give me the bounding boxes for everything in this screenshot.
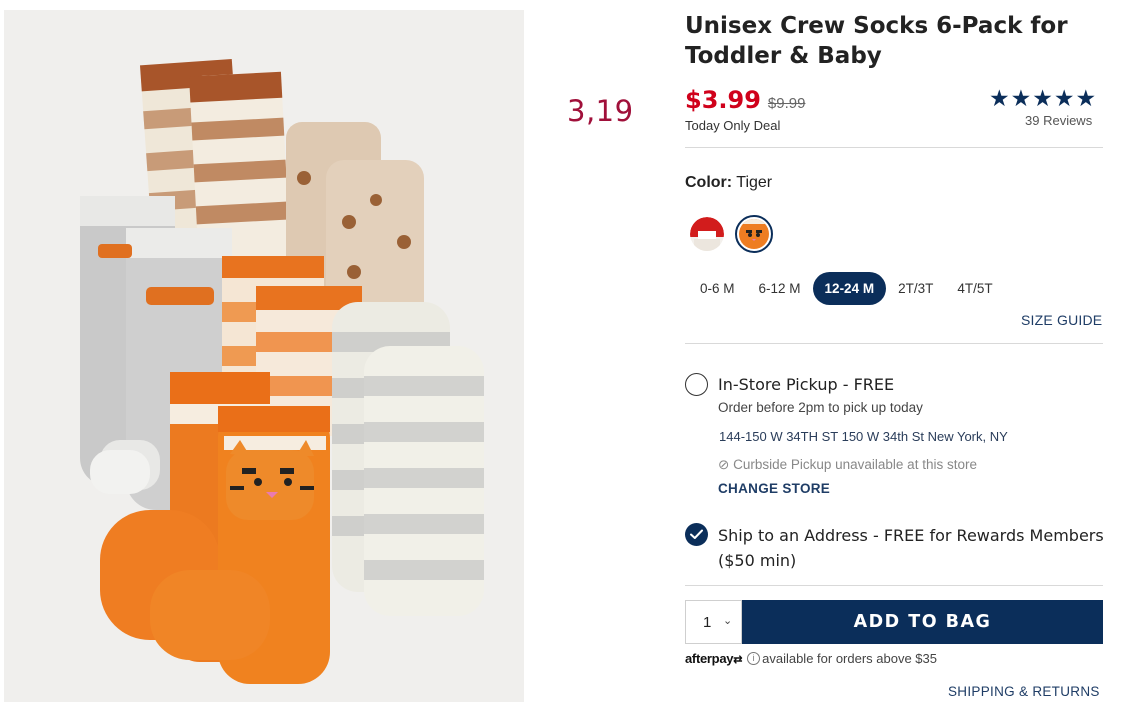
star-icon: ★ [989, 85, 1010, 111]
color-swatch-red[interactable] [690, 217, 724, 251]
size-guide-link[interactable]: SIZE GUIDE [1021, 312, 1102, 328]
curbside-notice: ⊘ Curbside Pickup unavailable at this st… [718, 457, 977, 473]
tiger-swatch-icon [739, 219, 769, 249]
checkmark-icon [690, 529, 703, 539]
rating-stars[interactable]: ★ ★ ★ ★ ★ [989, 85, 1097, 111]
size-option-6-12m[interactable]: 6-12 M [747, 272, 813, 305]
pickup-title: In-Store Pickup - FREE [718, 375, 895, 394]
size-option-0-6m[interactable]: 0-6 M [688, 272, 747, 305]
shipping-returns-link[interactable]: SHIPPING & RETURNS [948, 684, 1100, 699]
deal-label: Today Only Deal [685, 118, 781, 133]
star-icon: ★ [1032, 85, 1053, 111]
color-label-key: Color: [685, 174, 733, 191]
size-option-12-24m[interactable]: 12-24 M [812, 272, 887, 305]
star-icon: ★ [1010, 85, 1032, 111]
divider [685, 585, 1103, 586]
size-option-2t-3t[interactable]: 2T/3T [886, 272, 945, 305]
divider [685, 343, 1103, 344]
info-icon[interactable]: i [747, 652, 761, 665]
star-icon: ★ [1053, 85, 1075, 111]
unavailable-icon: ⊘ [718, 457, 730, 472]
quantity-select[interactable]: 1 ⌄ [685, 600, 742, 644]
pickup-subtitle: Order before 2pm to pick up today [718, 400, 923, 415]
chevron-down-icon: ⌄ [723, 615, 733, 627]
original-price: $9.99 [767, 95, 806, 112]
add-to-bag-button[interactable]: ADD TO BAG [742, 600, 1103, 644]
color-value: Tiger [736, 174, 773, 191]
sock-grey-stripe [332, 302, 484, 616]
price-row: $3.99 $9.99 [685, 86, 805, 114]
quantity-value: 1 [703, 614, 712, 631]
afterpay-logo-text: afterpay [685, 651, 734, 666]
ship-to-address-radio[interactable] [685, 523, 708, 546]
price-annotation: 3,19 [567, 94, 634, 128]
afterpay-text: available for orders above $35 [762, 651, 937, 666]
red-white-swatch-icon [690, 217, 724, 251]
afterpay-logo: afterpay⇄ [685, 651, 742, 666]
in-store-pickup-radio[interactable] [685, 373, 708, 396]
product-title: Unisex Crew Socks 6-Pack for Toddler & B… [685, 13, 1068, 69]
product-image[interactable] [4, 10, 524, 702]
afterpay-row: afterpay⇄ i available for orders above $… [685, 651, 937, 666]
color-swatch-tiger[interactable] [735, 215, 773, 253]
curbside-text: Curbside Pickup unavailable at this stor… [733, 457, 977, 472]
ship-to-address-label: Ship to an Address - FREE for Rewards Me… [718, 526, 1104, 570]
size-selector: 0-6 M 6-12 M 12-24 M 2T/3T 4T/5T [688, 272, 1005, 305]
change-store-link[interactable]: CHANGE STORE [718, 481, 830, 496]
star-icon: ★ [1075, 85, 1097, 111]
size-option-4t-5t[interactable]: 4T/5T [945, 272, 1004, 305]
sale-price: $3.99 [685, 86, 761, 114]
divider [685, 147, 1103, 148]
reviews-link[interactable]: 39 Reviews [1025, 113, 1092, 128]
afterpay-arrows-icon: ⇄ [733, 654, 743, 666]
store-address: 144-150 W 34TH ST 150 W 34th St New York… [719, 429, 1008, 444]
color-label: Color: Tiger [685, 174, 772, 192]
